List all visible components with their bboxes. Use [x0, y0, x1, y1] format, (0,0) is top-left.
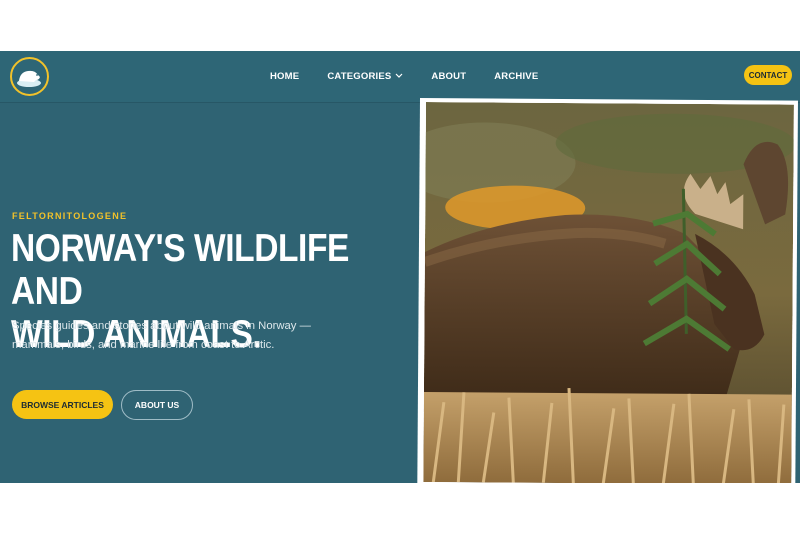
browse-articles-button[interactable]: BROWSE ARTICLES: [12, 390, 113, 419]
moose-photo: [423, 102, 794, 483]
beaver-logo-icon[interactable]: [10, 57, 49, 96]
chevron-down-icon: [395, 71, 403, 82]
hero-eyebrow: FELTORNITOLOGENE: [12, 211, 128, 221]
site-container: HOME CATEGORIES ABOUT ARCHIVE CONTACT FE…: [0, 51, 800, 483]
nav-archive-label: ARCHIVE: [494, 71, 539, 82]
nav-home-label: HOME: [270, 71, 300, 82]
nav-categories[interactable]: CATEGORIES: [327, 71, 403, 82]
site-header: HOME CATEGORIES ABOUT ARCHIVE CONTACT: [0, 51, 800, 103]
nav-archive[interactable]: ARCHIVE: [494, 71, 538, 82]
nav-about-label: ABOUT: [431, 71, 467, 82]
nav-categories-label: CATEGORIES: [327, 71, 392, 82]
hero-headline-line1: NORWAY'S WILDLIFE AND: [11, 227, 349, 313]
about-us-button[interactable]: ABOUT US: [121, 390, 193, 420]
nav-home[interactable]: HOME: [270, 71, 299, 82]
contact-button[interactable]: CONTACT: [744, 65, 792, 85]
hero-image-frame: [417, 98, 798, 483]
nav-about[interactable]: ABOUT: [431, 71, 466, 82]
main-nav: HOME CATEGORIES ABOUT ARCHIVE: [270, 51, 566, 102]
hero-description: Species guides and stories about wild an…: [12, 320, 311, 351]
